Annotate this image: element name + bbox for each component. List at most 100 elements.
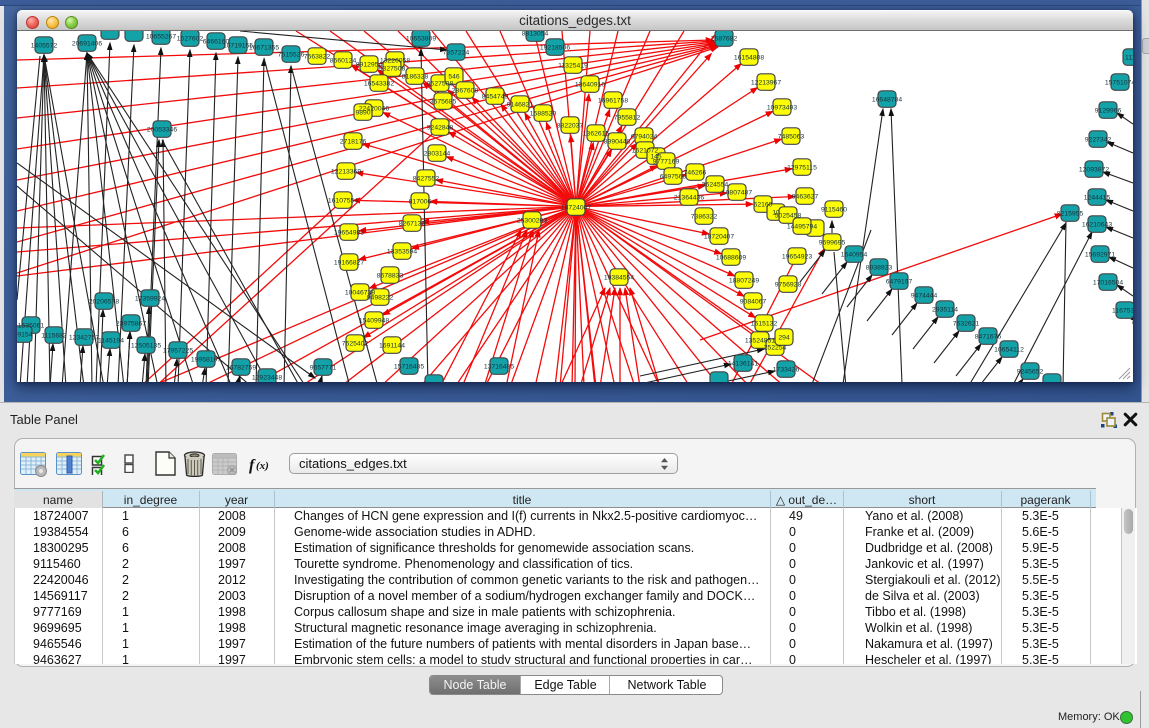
svg-text:25300203: 25300203 <box>517 217 547 224</box>
svg-text:17957225: 17957225 <box>163 347 193 354</box>
svg-text:13226058: 13226058 <box>380 57 410 64</box>
svg-text:16107554: 16107554 <box>328 197 358 204</box>
svg-text:7515526: 7515526 <box>278 51 305 58</box>
svg-text:1691144: 1691144 <box>379 342 405 349</box>
svg-text:20691406: 20691406 <box>72 40 102 47</box>
svg-text:2803144: 2803144 <box>424 150 451 157</box>
svg-text:9699695: 9699695 <box>819 239 846 246</box>
svg-text:817006: 817006 <box>409 198 432 205</box>
svg-text:19958107: 19958107 <box>191 356 221 363</box>
svg-text:1167533: 1167533 <box>1112 307 1133 314</box>
svg-text:9084067: 9084067 <box>740 298 767 305</box>
svg-text:15716485: 15716485 <box>394 363 424 370</box>
svg-text:f: f <box>249 457 256 474</box>
svg-text:6497568: 6497568 <box>660 173 687 180</box>
svg-text:9657771: 9657771 <box>310 364 337 371</box>
svg-text:12342757: 12342757 <box>69 334 99 341</box>
svg-text:10807487: 10807487 <box>722 189 752 196</box>
svg-text:10973493: 10973493 <box>767 104 797 111</box>
svg-text:1405572: 1405572 <box>31 42 58 49</box>
svg-text:9146821: 9146821 <box>507 101 534 108</box>
svg-text:19654983: 19654983 <box>334 229 364 236</box>
svg-text:14495794: 14495794 <box>787 223 817 230</box>
svg-text:12213369: 12213369 <box>331 168 361 175</box>
svg-text:12093872: 12093872 <box>1079 166 1109 173</box>
svg-text:21364436: 21364436 <box>674 194 704 201</box>
svg-text:12923448: 12923448 <box>252 374 282 381</box>
svg-text:2687682: 2687682 <box>711 35 738 42</box>
svg-text:9115460: 9115460 <box>821 206 847 213</box>
svg-text:16154808: 16154808 <box>734 54 764 61</box>
svg-text:10655267: 10655267 <box>146 33 176 40</box>
svg-text:13716485: 13716485 <box>484 363 514 370</box>
svg-text:2867608: 2867608 <box>452 87 479 94</box>
svg-text:1588520: 1588520 <box>530 110 557 117</box>
svg-text:19218506: 19218506 <box>540 44 570 51</box>
svg-text:19384554: 19384554 <box>604 274 634 281</box>
svg-text:8938923: 8938923 <box>866 264 893 271</box>
svg-text:6794024: 6794024 <box>631 133 658 140</box>
svg-text:39154: 39154 <box>17 331 33 338</box>
svg-text:20053346: 20053346 <box>147 126 177 133</box>
svg-text:14136141: 14136141 <box>728 360 758 367</box>
svg-text:9245652: 9245652 <box>1017 368 1044 375</box>
svg-text:7386322: 7386322 <box>691 213 718 220</box>
svg-text:8813054: 8813054 <box>522 31 549 37</box>
svg-text:62160: 62160 <box>754 201 773 208</box>
svg-text:15409948: 15409948 <box>359 317 389 324</box>
svg-text:1733426: 1733426 <box>773 366 800 373</box>
svg-text:20206578: 20206578 <box>89 298 119 305</box>
svg-text:9463627: 9463627 <box>792 193 819 200</box>
svg-text:8215955: 8215955 <box>1057 210 1084 217</box>
svg-text:1117: 1117 <box>1125 54 1133 61</box>
svg-text:16961758: 16961758 <box>598 97 628 104</box>
svg-text:10653809: 10653809 <box>406 35 436 42</box>
svg-text:3675685: 3675685 <box>430 98 457 105</box>
svg-text:15692971: 15692971 <box>1085 251 1115 258</box>
svg-text:252254: 252254 <box>764 344 787 351</box>
svg-text:8427552: 8427552 <box>413 175 440 182</box>
svg-text:19166827: 19166827 <box>334 259 364 266</box>
svg-text:3624554: 3624554 <box>702 181 729 188</box>
svg-text:8822037: 8822037 <box>557 122 584 129</box>
svg-text:7357224: 7357224 <box>443 49 470 56</box>
svg-text:9498222: 9498222 <box>367 294 394 301</box>
svg-text:9327508: 9327508 <box>379 65 406 72</box>
svg-text:18724007: 18724007 <box>561 204 591 211</box>
svg-text:(x): (x) <box>256 460 269 472</box>
svg-text:16543382: 16543382 <box>364 80 394 87</box>
svg-text:294: 294 <box>778 334 790 341</box>
svg-text:7625402: 7625402 <box>342 340 369 347</box>
svg-text:17016504: 17016504 <box>1093 279 1123 286</box>
svg-text:8267130: 8267130 <box>399 220 426 227</box>
svg-text:9474444: 9474444 <box>911 292 938 299</box>
svg-text:16648784: 16648784 <box>872 96 902 103</box>
svg-text:15751074: 15751074 <box>1105 79 1133 86</box>
svg-text:546: 546 <box>448 73 460 80</box>
svg-text:13640910: 13640910 <box>575 81 605 88</box>
svg-text:746266: 746266 <box>684 169 707 176</box>
svg-text:12213967: 12213967 <box>751 79 781 86</box>
svg-text:16210643: 16210643 <box>1082 221 1112 228</box>
svg-text:1615132: 1615132 <box>751 320 778 327</box>
svg-text:8990448: 8990448 <box>604 138 631 145</box>
svg-text:9890: 9890 <box>355 109 370 116</box>
svg-text:7632621: 7632621 <box>953 320 980 327</box>
svg-text:8471676: 8471676 <box>975 333 1002 340</box>
svg-text:7955812: 7955812 <box>614 114 641 121</box>
svg-text:1362615: 1362615 <box>583 130 610 137</box>
svg-text:12505135: 12505135 <box>131 342 161 349</box>
svg-text:1145194: 1145194 <box>98 337 124 344</box>
svg-text:9129966: 9129966 <box>1095 107 1122 114</box>
svg-text:1115682: 1115682 <box>41 332 67 339</box>
svg-text:5025458: 5025458 <box>775 212 802 219</box>
svg-text:10654112: 10654112 <box>994 346 1024 353</box>
svg-text:13524851: 13524851 <box>745 337 775 344</box>
svg-text:10688609: 10688609 <box>716 254 746 261</box>
svg-text:8186328: 8186328 <box>402 73 429 80</box>
svg-text:1640954: 1640954 <box>841 251 868 258</box>
svg-text:17359924: 17359924 <box>135 295 165 302</box>
svg-text:6479197: 6479197 <box>886 278 913 285</box>
svg-text:8454749: 8454749 <box>482 93 509 100</box>
svg-text:11325419: 11325419 <box>558 62 588 69</box>
